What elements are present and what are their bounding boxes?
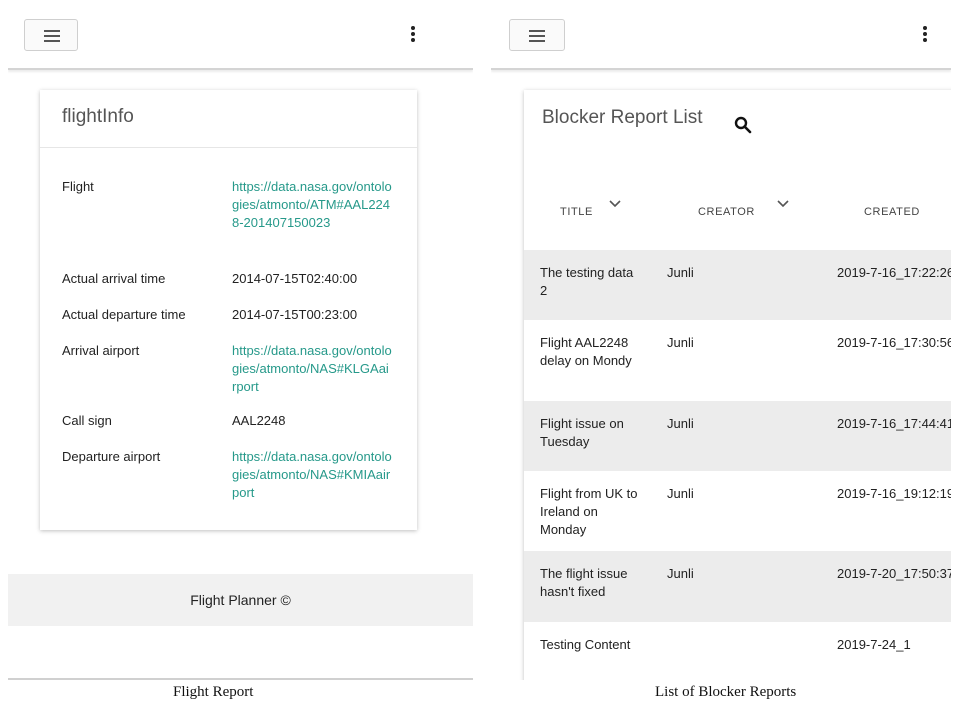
flight-link[interactable]: https://data.nasa.gov/ontologies/atmonto… <box>232 178 392 232</box>
column-header-created[interactable]: CREATED <box>864 206 920 218</box>
cell-created: 2019-7-16_17:44:41 <box>837 416 951 431</box>
cell-creator: Junli <box>667 566 694 581</box>
cell-created: 2019-7-16_17:22:26 <box>837 265 951 280</box>
menu-icon-bar <box>44 40 60 42</box>
more-vert-icon[interactable] <box>922 26 928 46</box>
top-app-bar <box>8 0 473 70</box>
table-row[interactable]: Flight issue on Tuesday Junli 2019-7-16_… <box>524 401 951 471</box>
column-header-creator[interactable]: CREATOR <box>698 200 789 218</box>
menu-icon <box>44 30 60 32</box>
menu-button[interactable] <box>24 19 78 51</box>
table-row[interactable]: The flight issue hasn't fixed Junli 2019… <box>524 551 951 622</box>
chevron-down-icon <box>609 200 621 208</box>
info-label: Departure airport <box>62 449 161 464</box>
table-row[interactable]: The testing data 2 Junli 2019-7-16_17:22… <box>524 250 951 320</box>
column-label: CREATOR <box>698 206 755 218</box>
caption-right: List of Blocker Reports <box>655 684 797 700</box>
menu-button[interactable] <box>509 19 565 51</box>
arrival-airport-link[interactable]: https://data.nasa.gov/ontologies/atmonto… <box>232 342 392 396</box>
divider <box>40 147 417 148</box>
cell-created: 2019-7-20_17:50:37 <box>837 566 951 581</box>
cell-title: Flight issue on Tuesday <box>540 416 624 449</box>
list-title: Blocker Report List <box>542 107 703 128</box>
info-label: Flight <box>62 179 94 194</box>
table-row[interactable]: Testing Content 2019-7-24_1 <box>524 622 951 680</box>
info-label: Arrival airport <box>62 343 140 358</box>
info-label: Actual departure time <box>62 307 186 322</box>
cell-created: 2019-7-16_17:30:56 <box>837 335 951 350</box>
flight-info-card: flightInfo Flight https://data.nasa.gov/… <box>40 90 417 530</box>
caption-left: Flight Report <box>173 684 254 700</box>
card-title: flightInfo <box>62 106 134 127</box>
menu-icon-bar <box>529 35 545 37</box>
column-label: CREATED <box>864 206 920 218</box>
blocker-list-card: Blocker Report List TITLE CREATOR CREATE… <box>524 90 951 680</box>
info-value: AAL2248 <box>232 413 286 428</box>
cell-title: The flight issue hasn't fixed <box>540 566 628 599</box>
divider <box>8 678 473 680</box>
menu-icon <box>529 30 545 32</box>
cell-created: 2019-7-16_19:12:19 <box>837 486 951 501</box>
column-label: TITLE <box>560 206 593 218</box>
cell-creator: Junli <box>667 335 694 350</box>
menu-icon-bar <box>44 35 60 37</box>
cell-title: The testing data 2 <box>540 265 634 298</box>
info-value: 2014-07-15T02:40:00 <box>232 271 358 286</box>
info-value: 2014-07-15T00:23:00 <box>232 307 358 322</box>
cell-title: Testing Content <box>540 637 631 652</box>
cell-created: 2019-7-24_1 <box>837 637 911 652</box>
cell-creator: Junli <box>667 486 694 501</box>
info-label: Actual arrival time <box>62 271 166 286</box>
table-row[interactable]: Flight from UK to Ireland on Monday Junl… <box>524 471 951 551</box>
cell-title: Flight from UK to Ireland on Monday <box>540 486 638 537</box>
search-icon[interactable] <box>734 116 752 134</box>
departure-airport-link[interactable]: https://data.nasa.gov/ontologies/atmonto… <box>232 448 392 502</box>
cell-title: Flight AAL2248 delay on Mondy <box>540 335 632 368</box>
flight-report-panel: flightInfo Flight https://data.nasa.gov/… <box>8 0 473 680</box>
menu-icon-bar <box>529 40 545 42</box>
more-vert-icon[interactable] <box>410 26 416 46</box>
footer: Flight Planner © <box>8 574 473 626</box>
cell-creator: Junli <box>667 265 694 280</box>
column-header-title[interactable]: TITLE <box>560 200 621 218</box>
chevron-down-icon <box>777 200 789 208</box>
top-app-bar <box>491 0 951 70</box>
table-row[interactable]: Flight AAL2248 delay on Mondy Junli 2019… <box>524 320 951 401</box>
info-label: Call sign <box>62 413 112 428</box>
cell-creator: Junli <box>667 416 694 431</box>
blocker-list-panel: Blocker Report List TITLE CREATOR CREATE… <box>491 0 951 680</box>
